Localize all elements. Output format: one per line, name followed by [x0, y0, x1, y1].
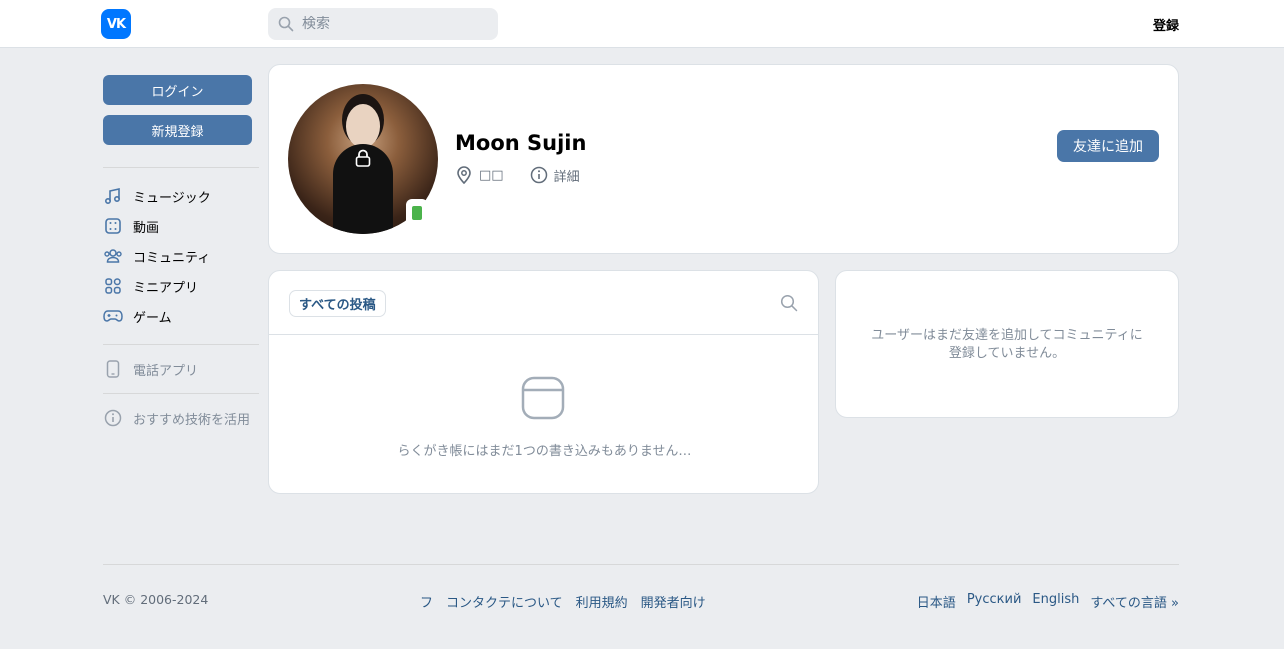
lock-icon [355, 149, 371, 167]
register-link[interactable]: 登録 [1153, 15, 1179, 34]
sidebar-item-label: ゲーム [133, 310, 172, 326]
sidebar-item-games[interactable]: ゲーム [103, 306, 172, 326]
music-icon [103, 186, 123, 206]
footer-divider [103, 564, 1179, 565]
sidebar-item-label: 電話アプリ [133, 363, 199, 379]
sidebar-item-label: コミュニティ [133, 250, 211, 266]
info-icon [530, 166, 547, 184]
language-japanese[interactable]: 日本語 [917, 592, 956, 611]
online-mobile-badge [406, 199, 428, 227]
video-icon [103, 216, 123, 236]
sidebar-item-label: 動画 [133, 220, 160, 236]
profile-card: Moon Sujin □□ 詳細 友達に追加 [268, 64, 1179, 254]
language-all[interactable]: すべての言語 » [1090, 592, 1179, 611]
info-icon [103, 408, 123, 428]
language-links: 日本語 Русский English すべての言語 » [906, 592, 1179, 611]
sidebar-item-music[interactable]: ミュージック [103, 186, 211, 206]
sidebar-divider [103, 344, 259, 345]
language-english[interactable]: English [1032, 592, 1079, 611]
sidebar-item-label: おすすめ技術を活用 [133, 412, 251, 428]
login-button[interactable]: ログイン [103, 75, 252, 105]
sidebar-item-community[interactable]: コミュニティ [103, 246, 210, 266]
footer-links: フ コンタクテについて 利用規約 開発者向け [420, 592, 719, 611]
details-label: 詳細 [553, 169, 580, 185]
search-box[interactable] [268, 8, 498, 40]
footer-link[interactable]: フ [420, 592, 433, 611]
friends-card: ユーザーはまだ友達を追加してコミュニティに登録していません。 [835, 270, 1179, 418]
profile-name: Moon Sujin [455, 131, 587, 155]
friends-empty-text: ユーザーはまだ友達を追加してコミュニティに登録していません。 [871, 328, 1143, 361]
sidebar-item-label: ミニアプリ [133, 280, 199, 296]
top-header: VK 登録 [0, 0, 1284, 48]
sidebar-item-phone-app[interactable]: 電話アプリ [103, 359, 198, 379]
location-pin-icon [457, 166, 471, 185]
footer-link-terms[interactable]: 利用規約 [576, 592, 628, 611]
search-input[interactable] [302, 16, 482, 32]
wall-card: すべての投稿 らくがき帳にはまだ1つの書き込みもありません… [268, 270, 819, 494]
sidebar-item-label: ミュージック [133, 190, 211, 206]
sidebar-item-recommend[interactable]: おすすめ技術を活用 [103, 408, 250, 428]
community-icon [103, 246, 123, 266]
wall-tabbar: すべての投稿 [269, 271, 818, 335]
phone-icon [103, 359, 123, 379]
language-russian[interactable]: Русский [967, 592, 1022, 611]
details-link[interactable]: 詳細 [530, 166, 580, 185]
sidebar-divider [103, 393, 259, 394]
empty-wall-icon [521, 376, 565, 420]
location-info: □□ [455, 165, 504, 185]
mobile-icon [412, 206, 422, 220]
location-text: □□ [479, 167, 504, 183]
search-icon [278, 16, 294, 32]
vk-logo[interactable]: VK [101, 9, 131, 39]
footer-link-about[interactable]: コンタクテについて [446, 592, 563, 611]
sidebar-divider [103, 167, 259, 168]
tab-all-posts[interactable]: すべての投稿 [289, 290, 386, 317]
sidebar-item-mini-apps[interactable]: ミニアプリ [103, 276, 198, 296]
footer-link-developers[interactable]: 開発者向け [641, 592, 706, 611]
games-icon [103, 306, 123, 326]
mini-apps-icon [103, 276, 123, 296]
copyright: VK © 2006-2024 [103, 592, 209, 607]
wall-search-icon[interactable] [780, 294, 798, 312]
signup-button[interactable]: 新規登録 [103, 115, 252, 145]
wall-empty-text: らくがき帳にはまだ1つの書き込みもありません… [397, 444, 692, 459]
add-friend-button[interactable]: 友達に追加 [1057, 130, 1159, 162]
sidebar-item-video[interactable]: 動画 [103, 216, 159, 236]
